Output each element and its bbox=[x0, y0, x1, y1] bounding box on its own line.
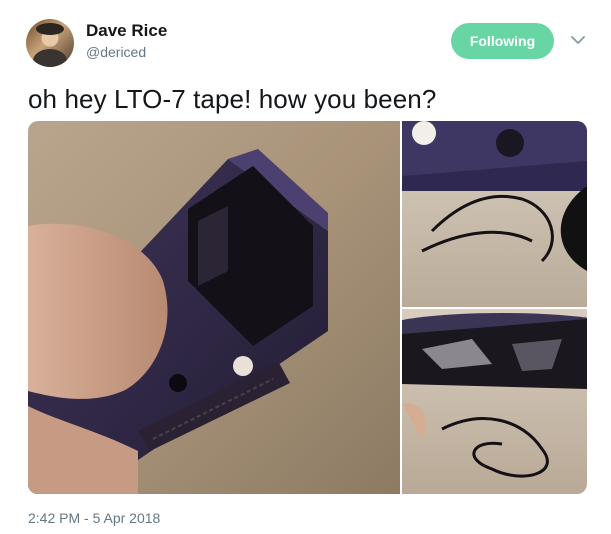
chevron-down-icon[interactable] bbox=[568, 30, 588, 50]
tweet-text: oh hey LTO-7 tape! how you been? bbox=[28, 84, 437, 114]
following-button[interactable]: Following bbox=[451, 23, 554, 59]
media-grid bbox=[28, 121, 587, 494]
tape-reel-photo[interactable] bbox=[402, 121, 587, 307]
avatar[interactable] bbox=[26, 19, 74, 67]
tweet-timestamp[interactable]: 2:42 PM - 5 Apr 2018 bbox=[28, 510, 160, 526]
author-handle[interactable]: @dericed bbox=[86, 44, 146, 60]
tape-spool-photo[interactable] bbox=[402, 309, 587, 494]
tape-cartridge-photo[interactable] bbox=[28, 121, 400, 494]
author-name[interactable]: Dave Rice bbox=[86, 21, 167, 41]
